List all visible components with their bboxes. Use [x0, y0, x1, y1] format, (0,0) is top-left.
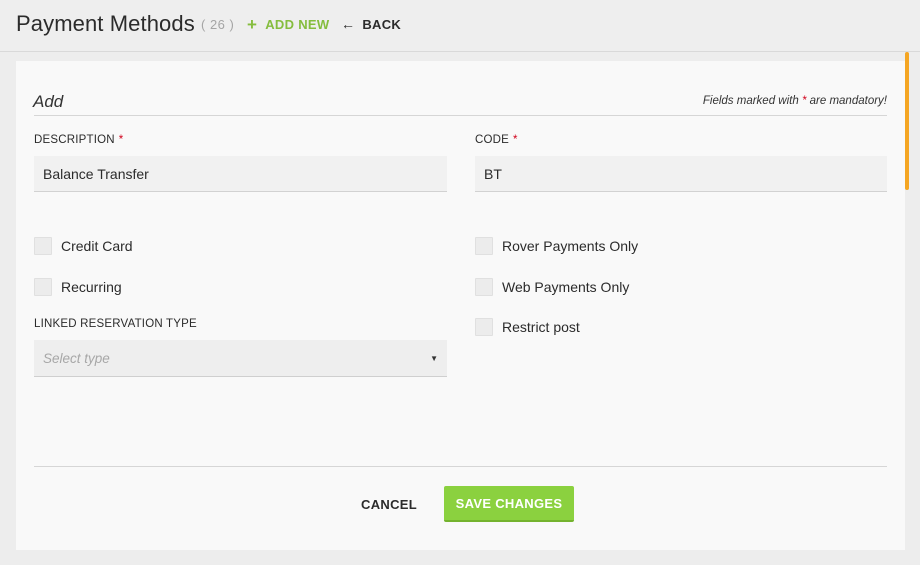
divider [34, 466, 887, 467]
restrict-post-checkbox[interactable] [475, 318, 493, 336]
add-payment-method-form: Add Fields marked with * are mandatory! … [16, 61, 905, 550]
mandatory-note: Fields marked with * are mandatory! [703, 95, 887, 107]
arrow-left-icon: ← [341, 16, 356, 32]
select-placeholder: Select type [43, 350, 110, 366]
restrict-post-label: Restrict post [502, 319, 580, 335]
mandatory-note-suffix: are mandatory! [809, 95, 887, 107]
code-label: CODE * [475, 134, 518, 146]
save-changes-button[interactable]: SAVE CHANGES [444, 486, 574, 522]
required-star: * [513, 134, 518, 146]
credit-card-checkbox[interactable] [34, 237, 52, 255]
required-star: * [118, 134, 124, 146]
rover-payments-only-checkbox-row[interactable]: Rover Payments Only [475, 237, 638, 255]
item-count: ( 26 ) [201, 17, 235, 32]
required-star: * [801, 95, 807, 107]
back-label: BACK [362, 17, 402, 32]
page-header: Payment Methods ( 26 ) + ADD NEW ← BACK [0, 0, 920, 52]
back-button[interactable]: ← BACK [341, 17, 401, 32]
credit-card-label: Credit Card [61, 238, 133, 254]
recurring-label: Recurring [61, 279, 122, 295]
recurring-checkbox[interactable] [34, 278, 52, 296]
cancel-button[interactable]: CANCEL [351, 486, 427, 522]
web-payments-only-checkbox[interactable] [475, 278, 493, 296]
description-label-text: DESCRIPTION [34, 134, 115, 146]
form-heading: Add [33, 92, 64, 111]
description-label: DESCRIPTION * [34, 134, 123, 146]
description-input[interactable] [34, 156, 447, 192]
web-payments-only-checkbox-row[interactable]: Web Payments Only [475, 278, 629, 296]
add-new-label: ADD NEW [265, 17, 330, 32]
caret-down-icon: ▼ [430, 353, 438, 363]
credit-card-checkbox-row[interactable]: Credit Card [34, 237, 133, 255]
add-new-button[interactable]: + ADD NEW [247, 15, 330, 34]
web-payments-only-label: Web Payments Only [502, 279, 630, 295]
code-input[interactable] [475, 156, 887, 192]
divider [34, 115, 887, 116]
scroll-indicator[interactable] [905, 52, 909, 190]
page-title: Payment Methods [16, 11, 195, 36]
linked-reservation-type-label: LINKED RESERVATION TYPE [34, 318, 197, 330]
rover-payments-only-label: Rover Payments Only [502, 238, 639, 254]
rover-payments-only-checkbox[interactable] [475, 237, 493, 255]
restrict-post-checkbox-row[interactable]: Restrict post [475, 318, 580, 336]
mandatory-note-prefix: Fields marked with [702, 95, 799, 107]
plus-icon: + [247, 15, 258, 34]
recurring-checkbox-row[interactable]: Recurring [34, 278, 122, 296]
code-label-text: CODE [475, 134, 510, 146]
linked-reservation-type-select[interactable]: Select type ▼ [34, 340, 447, 377]
